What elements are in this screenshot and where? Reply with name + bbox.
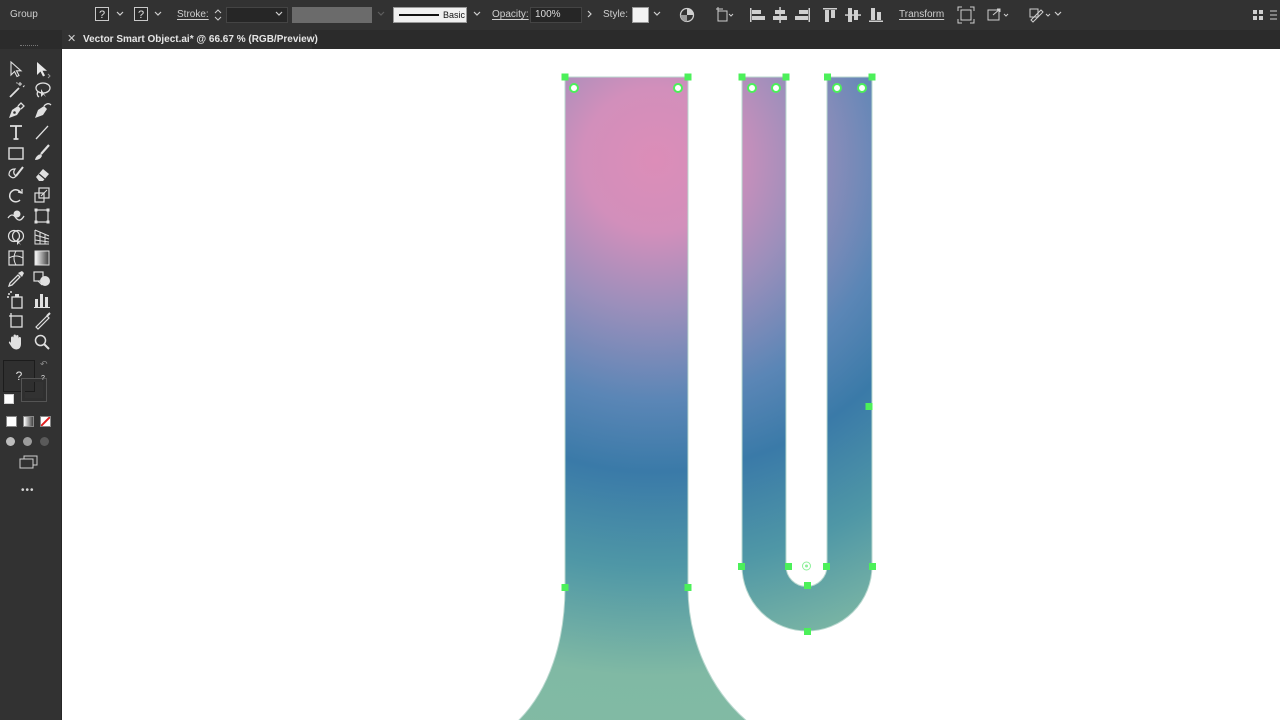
horizontal-align-center-icon[interactable]	[771, 6, 789, 24]
control-bar-menu-icon[interactable]	[1268, 6, 1278, 24]
line-segment-tool-icon[interactable]	[32, 122, 52, 142]
document-tab-bar: « ✕ Vector Smart Object.ai* @ 66.67 % (R…	[0, 30, 1280, 70]
fill-dropdown-chevron-icon[interactable]	[115, 9, 125, 19]
eraser-tool-icon[interactable]	[32, 164, 52, 184]
shape-options-icon[interactable]	[986, 6, 1009, 24]
fill-swatch[interactable]: ?	[95, 7, 109, 21]
curvature-tool-icon[interactable]	[32, 101, 52, 121]
gradient-tool-icon[interactable]	[32, 248, 52, 268]
vertical-align-center-icon[interactable]	[844, 6, 862, 24]
paintbrush-tool-icon[interactable]	[32, 143, 52, 163]
opacity-chevron-right-icon[interactable]	[585, 9, 595, 19]
scale-tool-icon[interactable]	[32, 185, 52, 205]
free-transform-tool-icon[interactable]	[32, 206, 52, 226]
stroke-weight-stepper-icon[interactable]	[212, 6, 224, 24]
brush-definition-label: Basic	[443, 10, 466, 20]
selection-tool-icon[interactable]	[6, 59, 26, 79]
control-bar: Group ? ? Stroke: Basic Opacity: 100% St…	[0, 0, 1280, 31]
document-tab[interactable]: ✕ Vector Smart Object.ai* @ 66.67 % (RGB…	[62, 30, 318, 49]
align-to-selection-icon[interactable]	[715, 6, 734, 24]
isolate-selected-object-icon[interactable]	[957, 6, 975, 24]
default-fill-stroke-icon[interactable]	[4, 394, 14, 404]
rectangle-tool-icon[interactable]	[6, 143, 26, 163]
brush-definition-chevron-icon[interactable]	[472, 9, 482, 19]
center-point-dot	[805, 564, 808, 568]
artboard-tool-icon[interactable]	[6, 311, 26, 331]
horizontal-align-left-icon[interactable]	[748, 6, 766, 24]
pen-tool-icon[interactable]	[6, 101, 26, 121]
hand-tool-icon[interactable]	[6, 332, 26, 352]
selection-type-label: Group	[10, 9, 38, 20]
left-pillar-shape[interactable]	[517, 76, 748, 720]
rotate-tool-icon[interactable]	[6, 185, 26, 205]
type-tool-icon[interactable]	[6, 122, 26, 142]
control-bar-overflow-chevron-icon[interactable]	[1053, 9, 1063, 19]
shaper-tool-icon[interactable]	[6, 164, 26, 184]
artwork	[517, 73, 876, 720]
blend-tool-icon[interactable]	[32, 269, 52, 289]
variable-width-chevron-icon[interactable]	[376, 9, 386, 19]
opacity-field[interactable]: 100%	[530, 7, 582, 23]
document-tab-title: Vector Smart Object.ai* @ 66.67 % (RGB/P…	[83, 34, 318, 45]
draw-behind-icon[interactable]	[23, 437, 32, 446]
vertical-align-bottom-icon[interactable]	[867, 6, 885, 24]
lasso-tool-icon[interactable]	[32, 80, 52, 100]
stroke-dropdown-chevron-icon[interactable]	[153, 9, 163, 19]
horizontal-align-right-icon[interactable]	[794, 6, 812, 24]
edit-toolbar-more-icon[interactable]: •••	[21, 485, 35, 496]
symbol-sprayer-tool-icon[interactable]	[6, 290, 26, 310]
selection-options-icon[interactable]	[1028, 6, 1051, 24]
draw-inside-icon[interactable]	[40, 437, 49, 446]
close-tab-icon[interactable]: ✕	[67, 33, 76, 45]
stroke-indicator[interactable]	[21, 378, 47, 402]
document-canvas[interactable]	[62, 49, 1280, 720]
shape-builder-tool-icon[interactable]	[6, 227, 26, 247]
stroke-swatch[interactable]: ?	[134, 7, 148, 21]
column-graph-tool-icon[interactable]	[32, 290, 52, 310]
style-chevron-icon[interactable]	[652, 9, 662, 19]
transform-link[interactable]: Transform	[899, 9, 944, 20]
draw-normal-icon[interactable]	[6, 437, 15, 446]
recolor-artwork-icon[interactable]	[678, 6, 696, 24]
warp-tool-icon[interactable]	[6, 206, 26, 226]
change-screen-mode-icon[interactable]	[18, 454, 40, 474]
opacity-label[interactable]: Opacity:	[492, 9, 529, 20]
color-mode-icon[interactable]	[6, 416, 17, 427]
perspective-grid-tool-icon[interactable]	[32, 227, 52, 247]
mesh-tool-icon[interactable]	[6, 248, 26, 268]
direct-selection-tool-icon[interactable]	[32, 59, 52, 79]
control-bar-menu-grid-icon[interactable]	[1250, 6, 1268, 24]
stroke-indicator-label: ?	[41, 375, 45, 382]
eyedropper-tool-icon[interactable]	[6, 269, 26, 289]
vertical-align-top-icon[interactable]	[821, 6, 839, 24]
slice-tool-icon[interactable]	[32, 311, 52, 331]
u-shape[interactable]	[741, 76, 873, 632]
graphic-style-swatch[interactable]	[632, 7, 649, 23]
gradient-mode-icon[interactable]	[23, 416, 34, 427]
tools-panel: ? ? ↶ •••	[0, 45, 62, 720]
zoom-tool-icon[interactable]	[32, 332, 52, 352]
stroke-weight-chevron-icon[interactable]	[274, 9, 284, 19]
basic-stroke-line-icon	[399, 14, 439, 16]
stroke-label[interactable]: Stroke:	[177, 9, 209, 20]
magic-wand-tool-icon[interactable]	[6, 80, 26, 100]
none-mode-icon[interactable]	[40, 416, 51, 427]
style-label: Style:	[603, 9, 629, 20]
brush-definition-field[interactable]: Basic	[393, 7, 467, 23]
variable-width-profile[interactable]	[292, 7, 372, 23]
swap-fill-stroke-icon[interactable]: ↶	[40, 359, 48, 370]
toolbar-grip[interactable]	[20, 45, 38, 48]
